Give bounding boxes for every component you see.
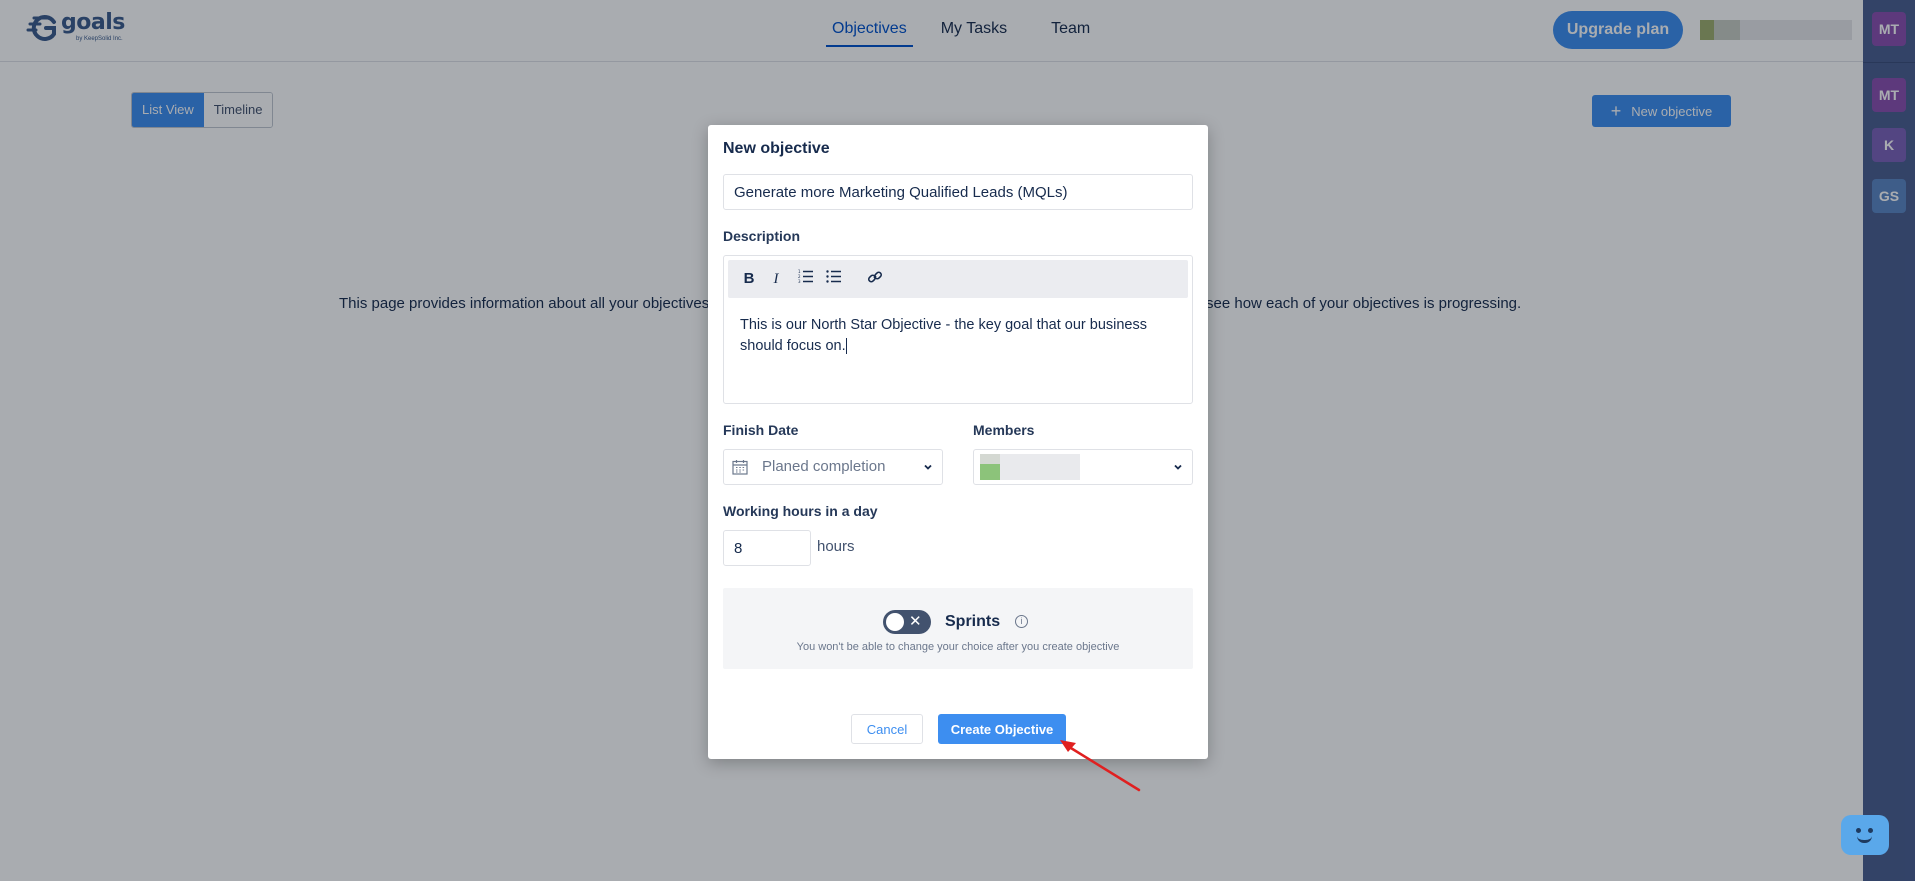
sprints-toggle[interactable]: ✕: [883, 610, 931, 634]
bold-button[interactable]: B: [738, 269, 760, 289]
annotation-arrow-icon: [1060, 740, 1141, 792]
chevron-down-icon: [1174, 464, 1182, 470]
hours-unit-label: hours: [817, 538, 855, 555]
chevron-down-icon: [924, 464, 932, 470]
create-objective-button[interactable]: Create Objective: [938, 714, 1066, 744]
info-icon[interactable]: i: [1015, 615, 1028, 628]
description-text[interactable]: This is our North Star Objective - the k…: [740, 315, 1180, 357]
chat-widget-eye: [1868, 828, 1873, 833]
objective-name-input[interactable]: [723, 174, 1193, 210]
member-avatar-blurred: [980, 454, 1080, 480]
description-label: Description: [723, 228, 801, 244]
members-label: Members: [973, 422, 1035, 438]
members-select[interactable]: [973, 449, 1193, 485]
sprints-note: You won't be able to change your choice …: [796, 641, 1120, 653]
modal-title: New objective: [723, 140, 830, 157]
chat-widget-mouth: [1857, 836, 1872, 843]
editor-toolbar: B I 123: [728, 260, 1188, 298]
finish-date-select[interactable]: Planed completion: [723, 449, 943, 485]
cancel-button[interactable]: Cancel: [851, 714, 923, 744]
sprints-section: ✕ Sprints i You won't be able to change …: [723, 588, 1193, 669]
chat-widget-button[interactable]: [1841, 815, 1889, 855]
new-objective-modal: New objective Description B I 123 This i…: [708, 125, 1208, 759]
ordered-list-icon[interactable]: 123: [795, 269, 817, 289]
close-icon: ✕: [909, 613, 922, 630]
bullet-list-icon[interactable]: [823, 269, 845, 289]
calendar-icon: [732, 460, 748, 475]
link-icon[interactable]: [864, 269, 886, 289]
text-caret: [845, 338, 847, 355]
italic-button[interactable]: I: [765, 269, 787, 289]
description-content: This is our North Star Objective - the k…: [740, 317, 1147, 354]
finish-date-placeholder: Planed completion: [762, 458, 886, 475]
working-hours-input[interactable]: [723, 530, 811, 566]
toggle-knob: [886, 613, 904, 631]
working-hours-label: Working hours in a day: [723, 503, 878, 519]
finish-date-label: Finish Date: [723, 422, 799, 438]
chat-widget-eye: [1856, 828, 1861, 833]
sprints-label: Sprints: [945, 613, 1001, 630]
description-editor[interactable]: B I 123 This is our North Star Objective…: [723, 255, 1193, 404]
svg-text:3: 3: [798, 279, 801, 283]
